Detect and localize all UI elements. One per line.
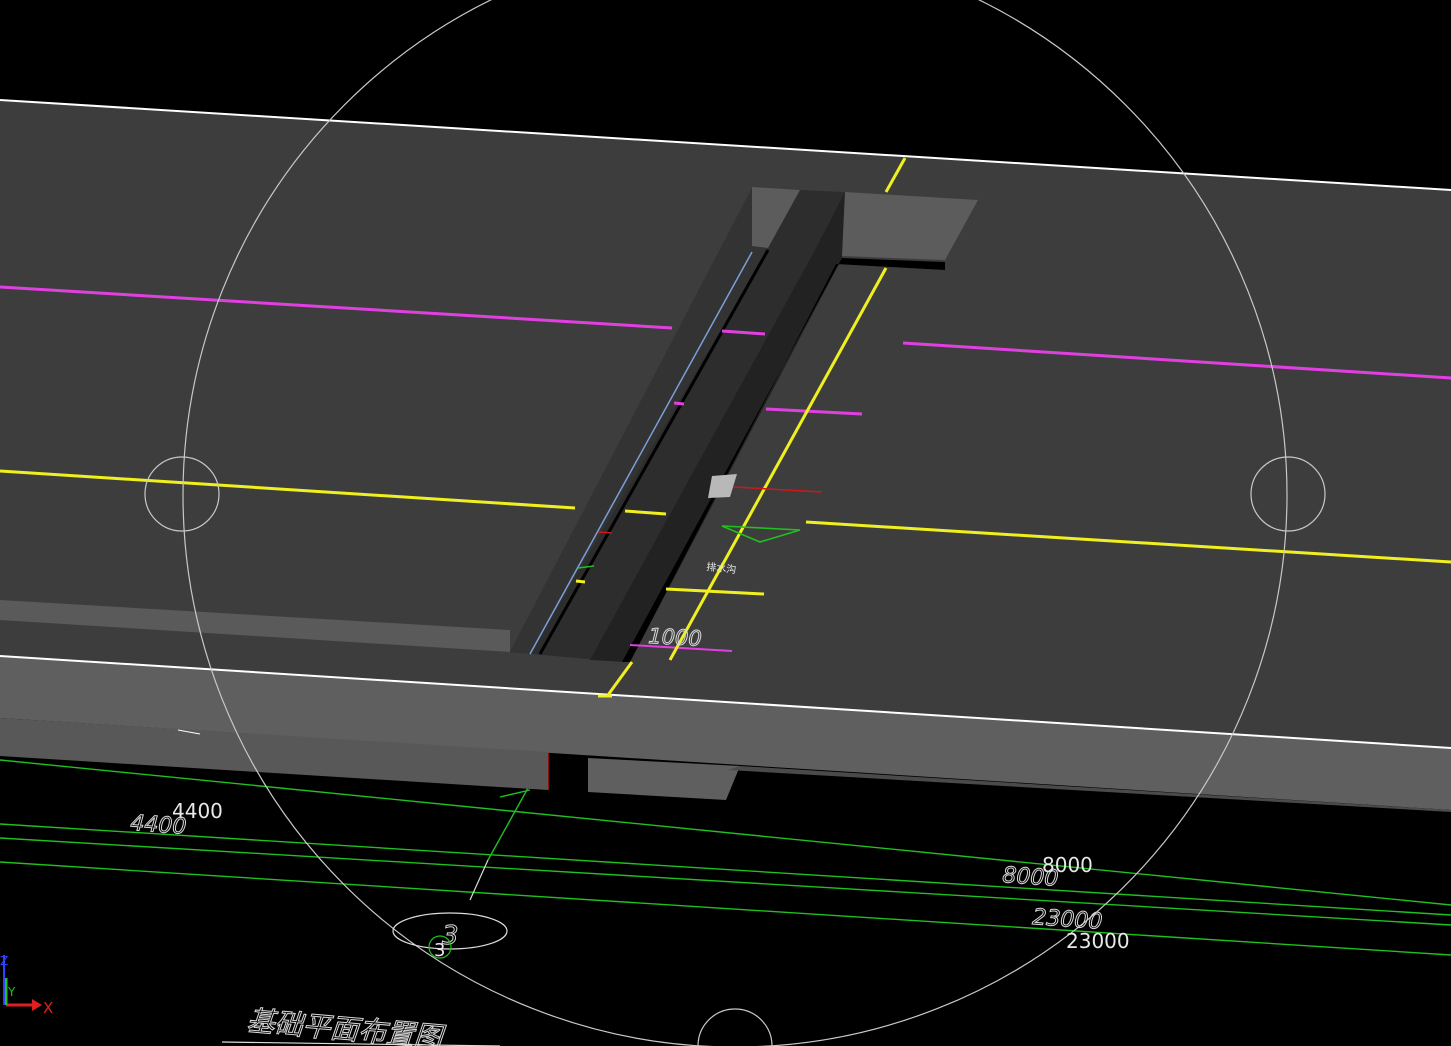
ucs-x-label: X [43, 999, 53, 1017]
ucs-z-label: Z [0, 954, 8, 968]
axis-line-magenta [673, 401, 685, 406]
dimension-23000: 23000 [1066, 929, 1130, 953]
orbit-grip-bottom[interactable] [697, 1008, 773, 1046]
grid-line [0, 861, 1451, 956]
grid-line [0, 837, 1451, 926]
dimension-8000-italic: 8000 [1002, 863, 1060, 892]
ucs-y-label: Y [7, 985, 16, 999]
ucs-x-arrow [32, 999, 42, 1011]
under-pier [588, 758, 740, 800]
axis-line-red [597, 531, 613, 534]
grid-line [0, 823, 1451, 916]
drawing-title: 基础平面布置图 [245, 1004, 447, 1046]
dimension-1000: 1000 [648, 624, 703, 651]
model-scene: 4400 4400 1000 8000 8000 23000 23000 排水沟… [0, 0, 1451, 1046]
cad-3d-viewport[interactable]: 4400 4400 1000 8000 8000 23000 23000 排水沟… [0, 0, 1451, 1046]
axis-bubble-3: 3 3 [392, 912, 508, 961]
ucs-axis-icon: X Y Z [0, 954, 53, 1017]
axis-bubble-label: 3 [434, 940, 445, 961]
dimension-4400-italic: 4400 [130, 811, 188, 840]
axis-line-yellow [575, 579, 586, 584]
